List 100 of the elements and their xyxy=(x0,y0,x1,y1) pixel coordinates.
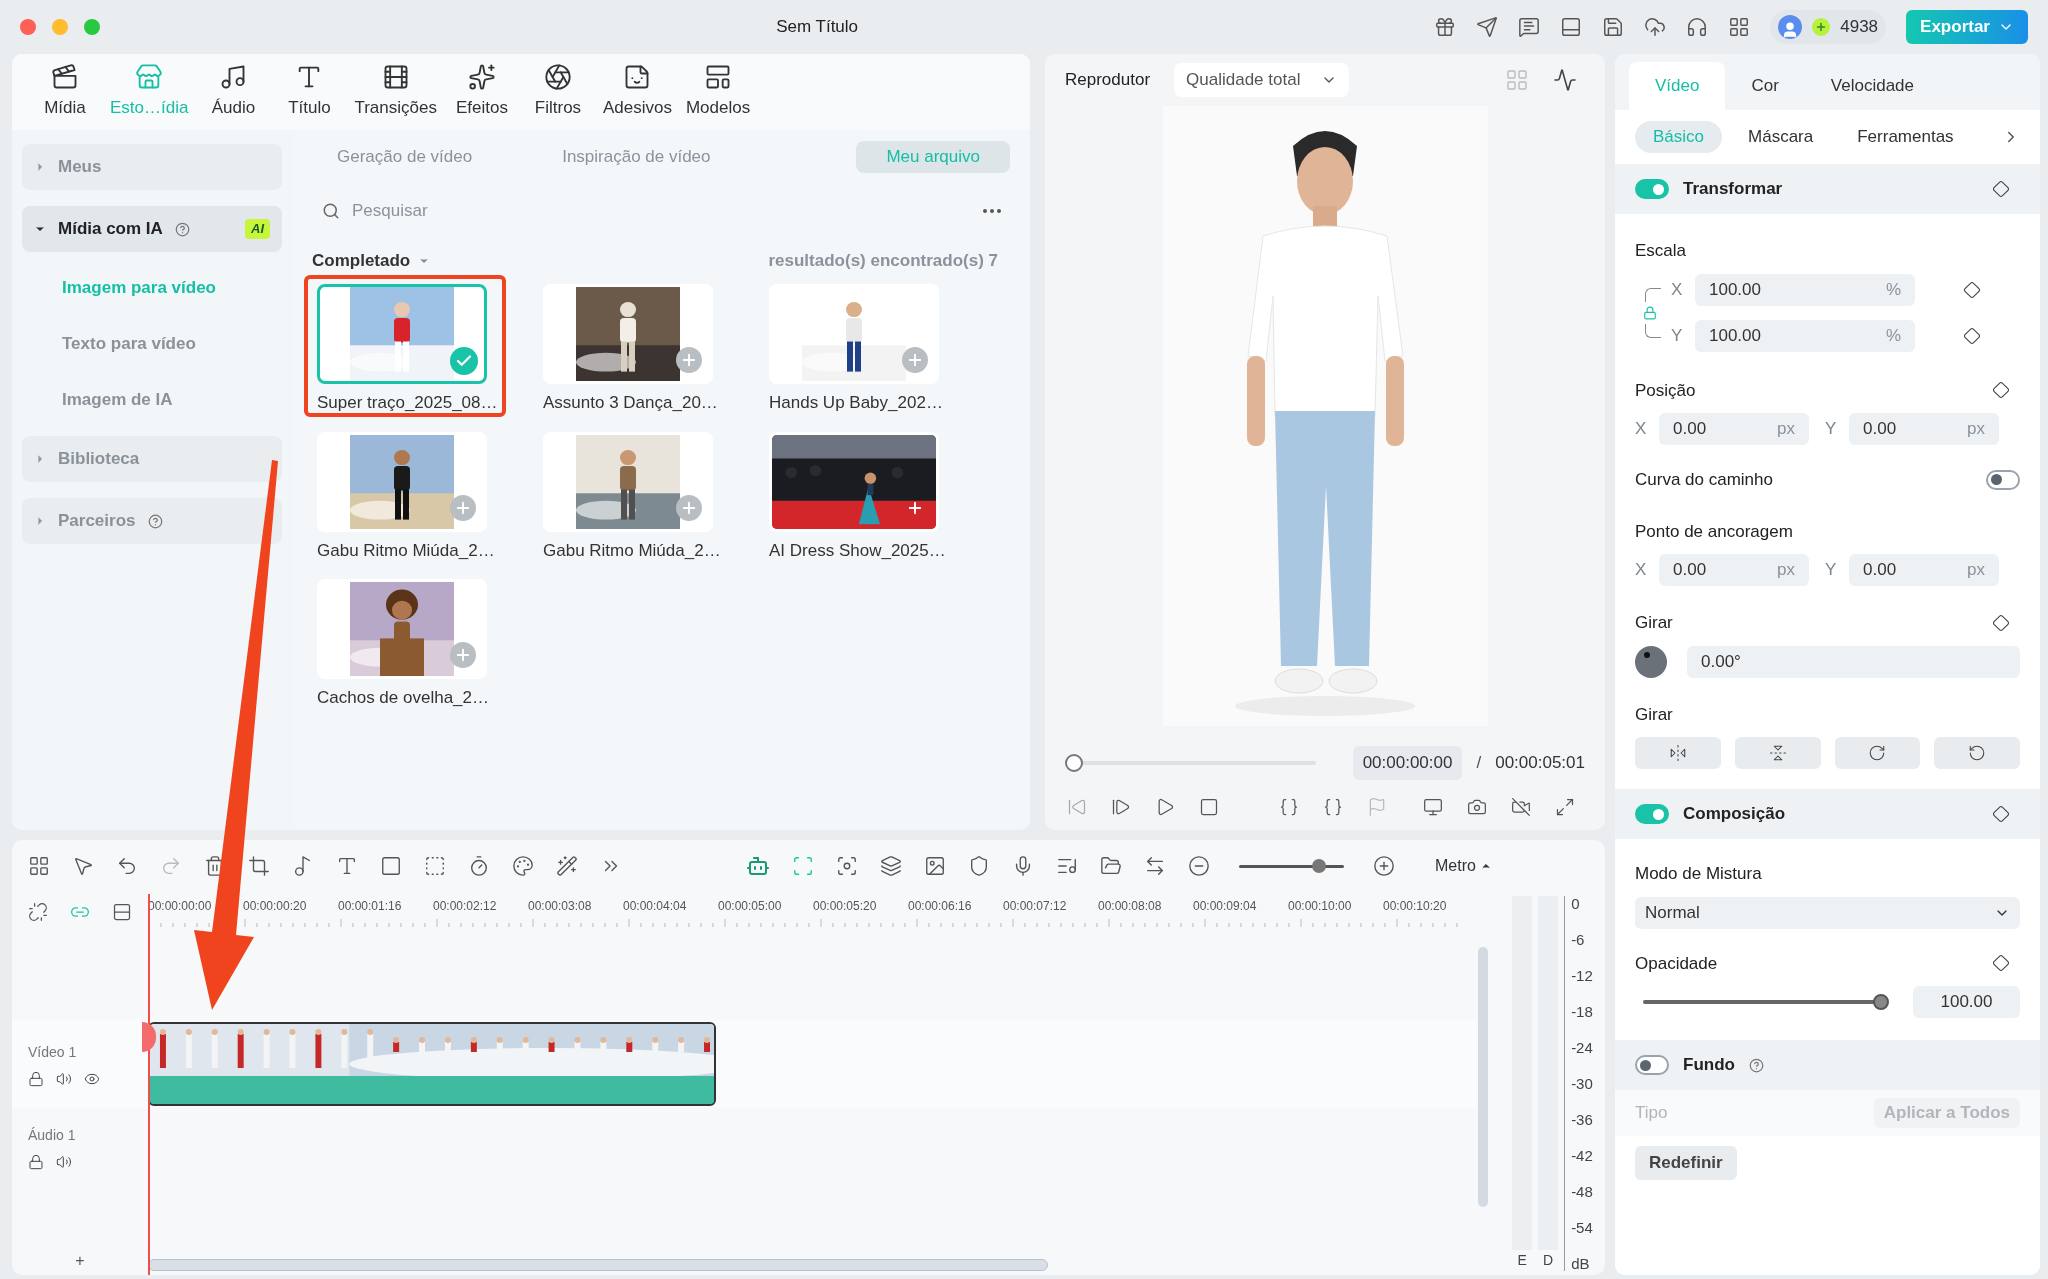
send-icon[interactable] xyxy=(1476,16,1499,38)
grid-icon[interactable] xyxy=(1728,16,1751,38)
section-title: Fundo xyxy=(1683,1054,1735,1077)
wand-icon[interactable] xyxy=(556,855,578,877)
keyframe-icon[interactable] xyxy=(1992,954,2010,973)
monitor-icon[interactable] xyxy=(1423,796,1443,817)
keyframe-icon[interactable] xyxy=(1963,326,1981,345)
vertical-scrollbar[interactable] xyxy=(1478,947,1489,1207)
layout-icon[interactable] xyxy=(28,855,50,877)
reset-button[interactable]: Redefinir xyxy=(1635,1146,1737,1180)
rotation-dial[interactable] xyxy=(1635,645,1667,678)
robot-icon[interactable] xyxy=(746,854,770,878)
video-clip[interactable] xyxy=(148,1022,716,1106)
folder-icon[interactable] xyxy=(1100,855,1122,877)
toolbar-tab[interactable]: Efeitos xyxy=(450,63,513,121)
number-field[interactable]: 0.00 px xyxy=(1849,554,1999,586)
mark-out-icon[interactable] xyxy=(1323,796,1343,817)
path-curve-toggle[interactable] xyxy=(1986,469,2020,490)
opacity-thumb[interactable] xyxy=(1873,994,1889,1010)
toolbar-tab[interactable]: Filtros xyxy=(526,63,589,121)
audio-off-icon[interactable] xyxy=(1511,796,1531,817)
message-icon[interactable] xyxy=(1518,16,1541,38)
player-label: Reprodutor xyxy=(1065,69,1151,92)
lock-icon[interactable] xyxy=(28,1153,44,1170)
image-icon[interactable] xyxy=(924,855,946,877)
headset-icon[interactable] xyxy=(1686,16,1709,38)
media-card[interactable] xyxy=(317,579,487,679)
mark-in-icon[interactable] xyxy=(1279,796,1299,817)
number-field[interactable]: 0.00 px xyxy=(1659,413,1809,445)
add-icon[interactable] xyxy=(676,347,702,373)
meter-label: -30 xyxy=(1571,1076,1593,1091)
toolbar-tab[interactable]: Título xyxy=(278,63,341,121)
transform-toggle[interactable] xyxy=(1635,179,1669,199)
undo-icon[interactable] xyxy=(116,855,138,877)
quality-dropdown[interactable]: Qualidade total xyxy=(1174,62,1350,97)
media-card[interactable] xyxy=(543,284,713,384)
gift-icon[interactable] xyxy=(1434,16,1457,38)
lock-icon[interactable] xyxy=(28,1070,44,1087)
background-toggle[interactable] xyxy=(1635,1055,1669,1075)
shape-icon[interactable] xyxy=(380,855,402,877)
unlink-icon[interactable] xyxy=(28,902,48,922)
horizontal-scrollbar[interactable] xyxy=(148,1259,1048,1271)
number-field[interactable]: 100.00 % xyxy=(1695,319,1915,352)
pointer-icon[interactable] xyxy=(72,855,94,877)
sidebar-group[interactable]: Mídia com IA AI xyxy=(22,206,282,252)
opacity-field[interactable]: 100.00 xyxy=(1913,986,2020,1018)
media-card[interactable] xyxy=(769,284,939,384)
layers-icon[interactable] xyxy=(880,855,902,877)
toolbar-tab[interactable]: Transições xyxy=(354,63,437,121)
keyframe-icon[interactable] xyxy=(1992,805,2010,823)
progress-thumb[interactable] xyxy=(1065,753,1083,772)
keyframe-icon[interactable] xyxy=(1992,613,2010,632)
shield-icon[interactable] xyxy=(968,855,990,877)
stop-icon[interactable] xyxy=(1199,796,1219,817)
keyframe-icon[interactable] xyxy=(1963,280,1981,299)
toolbar-tab[interactable]: Adesivos xyxy=(602,63,672,121)
account-pill[interactable]: 4938 xyxy=(1770,10,1887,44)
volume-icon[interactable] xyxy=(56,1153,72,1170)
tracks-icon[interactable] xyxy=(112,902,132,922)
volume-icon[interactable] xyxy=(56,1070,72,1087)
toolbar-tab[interactable]: Mídia xyxy=(34,63,96,121)
crop-icon[interactable] xyxy=(248,855,270,877)
chart-icon[interactable] xyxy=(1553,67,1577,92)
inspector-subtab[interactable]: Ferramentas xyxy=(1839,121,1972,153)
filter-dropdown[interactable]: Completado xyxy=(312,248,431,274)
keyframe-icon[interactable] xyxy=(1992,381,2010,400)
keyframe-icon[interactable] xyxy=(1992,180,2010,198)
palette-icon[interactable] xyxy=(512,855,534,877)
panel-icon[interactable] xyxy=(1560,16,1583,38)
fullscreen-icon[interactable] xyxy=(1555,796,1575,817)
scale-button[interactable]: Metro xyxy=(1435,854,1492,878)
toolbar-tab[interactable]: Áudio xyxy=(202,63,265,121)
inspector-tab[interactable]: Velocidade xyxy=(1804,62,1941,110)
selection-icon[interactable] xyxy=(424,855,446,877)
cloud-upload-icon[interactable] xyxy=(1644,16,1667,38)
toolbar-tab[interactable]: Modelos xyxy=(685,63,751,121)
media-card[interactable] xyxy=(543,431,713,532)
save-icon[interactable] xyxy=(1602,16,1625,38)
playhead-handle[interactable] xyxy=(142,1022,156,1052)
rotation-field[interactable]: 0.00° xyxy=(1687,645,2020,678)
fit-icon[interactable] xyxy=(1144,855,1166,877)
number-field[interactable]: 100.00 % xyxy=(1695,273,1915,306)
number-field[interactable]: 0.00 px xyxy=(1659,554,1809,586)
text-icon[interactable] xyxy=(336,855,358,877)
field-label: Tipo xyxy=(1635,1102,1668,1125)
search-field[interactable]: Pesquisar xyxy=(352,198,652,224)
zoom-thumb[interactable] xyxy=(1311,859,1326,873)
inspector-tab[interactable]: Cor xyxy=(1725,62,1805,110)
blend-mode-dropdown[interactable]: Normal xyxy=(1635,896,2020,929)
zoom-in-icon[interactable] xyxy=(1373,855,1395,877)
composition-toggle[interactable] xyxy=(1635,804,1669,824)
results-count: resultado(s) encontrado(s) 7 xyxy=(768,250,998,273)
inspector-subtab[interactable]: Máscara xyxy=(1730,121,1832,153)
timer-icon[interactable] xyxy=(468,855,490,877)
zoom-out-icon[interactable] xyxy=(1188,855,1210,877)
add-track-button[interactable]: + xyxy=(75,1249,85,1273)
number-field[interactable]: 0.00 px xyxy=(1849,413,1999,445)
media-card[interactable] xyxy=(317,431,487,532)
focus-icon[interactable] xyxy=(836,855,858,877)
close-window-button[interactable] xyxy=(20,19,36,35)
